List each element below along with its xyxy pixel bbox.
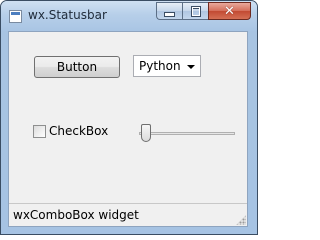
status-text: wxComboBox widget [13, 208, 139, 222]
minimize-icon [164, 11, 175, 17]
chevron-down-icon[interactable] [187, 65, 195, 69]
slider-track[interactable] [139, 132, 235, 135]
slider-thumb[interactable] [141, 124, 151, 142]
caption-buttons: ✕ [156, 2, 251, 20]
main-button[interactable]: Button [34, 56, 120, 78]
resize-grip-icon[interactable] [236, 215, 246, 225]
client-area: Button Python CheckBox wxComboBox widget [8, 31, 248, 227]
maximize-button[interactable] [182, 2, 208, 20]
language-combobox[interactable]: Python [133, 55, 201, 77]
close-icon: ✕ [224, 3, 235, 19]
close-button[interactable]: ✕ [208, 2, 251, 20]
checkbox-label[interactable]: CheckBox [49, 124, 108, 138]
app-window: wx.Statusbar ✕ Button Python CheckBox wx… [0, 0, 258, 235]
combobox-value: Python [139, 59, 181, 73]
maximize-icon [190, 5, 201, 17]
app-icon [9, 10, 22, 23]
window-title: wx.Statusbar [28, 8, 107, 22]
title-bar[interactable]: wx.Statusbar ✕ [1, 1, 257, 31]
status-bar: wxComboBox widget [9, 203, 247, 226]
checkbox-box[interactable] [33, 124, 46, 138]
slider[interactable] [139, 124, 235, 144]
checkbox-control[interactable]: CheckBox [33, 124, 108, 138]
minimize-button[interactable] [156, 2, 182, 20]
